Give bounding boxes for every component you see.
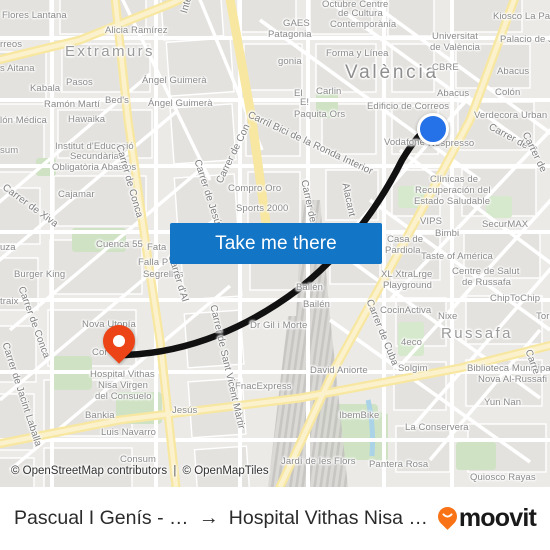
trip-destination-label: Hospital Vithas Nisa Virge… bbox=[228, 507, 432, 529]
moovit-pin-smile-icon bbox=[433, 503, 461, 530]
attribution-separator: | bbox=[173, 465, 177, 477]
moovit-wordmark: moovit bbox=[458, 504, 537, 532]
arrow-right-icon: → bbox=[198, 507, 219, 529]
map-viewport[interactable]: Flores Lantana Alicia Ramírez rreos Extramu… bbox=[0, 0, 550, 487]
map-pin-hole bbox=[113, 335, 125, 347]
trip-summary[interactable]: Pascual I Genís - Rog… → Hospital Vithas… bbox=[14, 507, 432, 530]
osm-attribution-link[interactable]: © OpenStreetMap contributors bbox=[11, 465, 167, 477]
trip-origin-label: Pascual I Genís - Rog… bbox=[14, 507, 189, 529]
map-attribution: © OpenStreetMap contributors | © OpenMap… bbox=[0, 465, 550, 477]
openmaptiles-attribution-link[interactable]: © OpenMapTiles bbox=[183, 465, 269, 477]
moovit-logo[interactable]: moovit bbox=[433, 503, 537, 533]
trip-footer-bar: Pascual I Genís - Rog… → Hospital Vithas… bbox=[0, 487, 550, 550]
take-me-there-button[interactable]: Take me there bbox=[170, 223, 382, 264]
origin-map-pin[interactable] bbox=[96, 318, 142, 367]
moovit-trip-map-screen: Flores Lantana Alicia Ramírez rreos Extramu… bbox=[0, 0, 550, 550]
destination-map-dot[interactable] bbox=[417, 113, 449, 145]
